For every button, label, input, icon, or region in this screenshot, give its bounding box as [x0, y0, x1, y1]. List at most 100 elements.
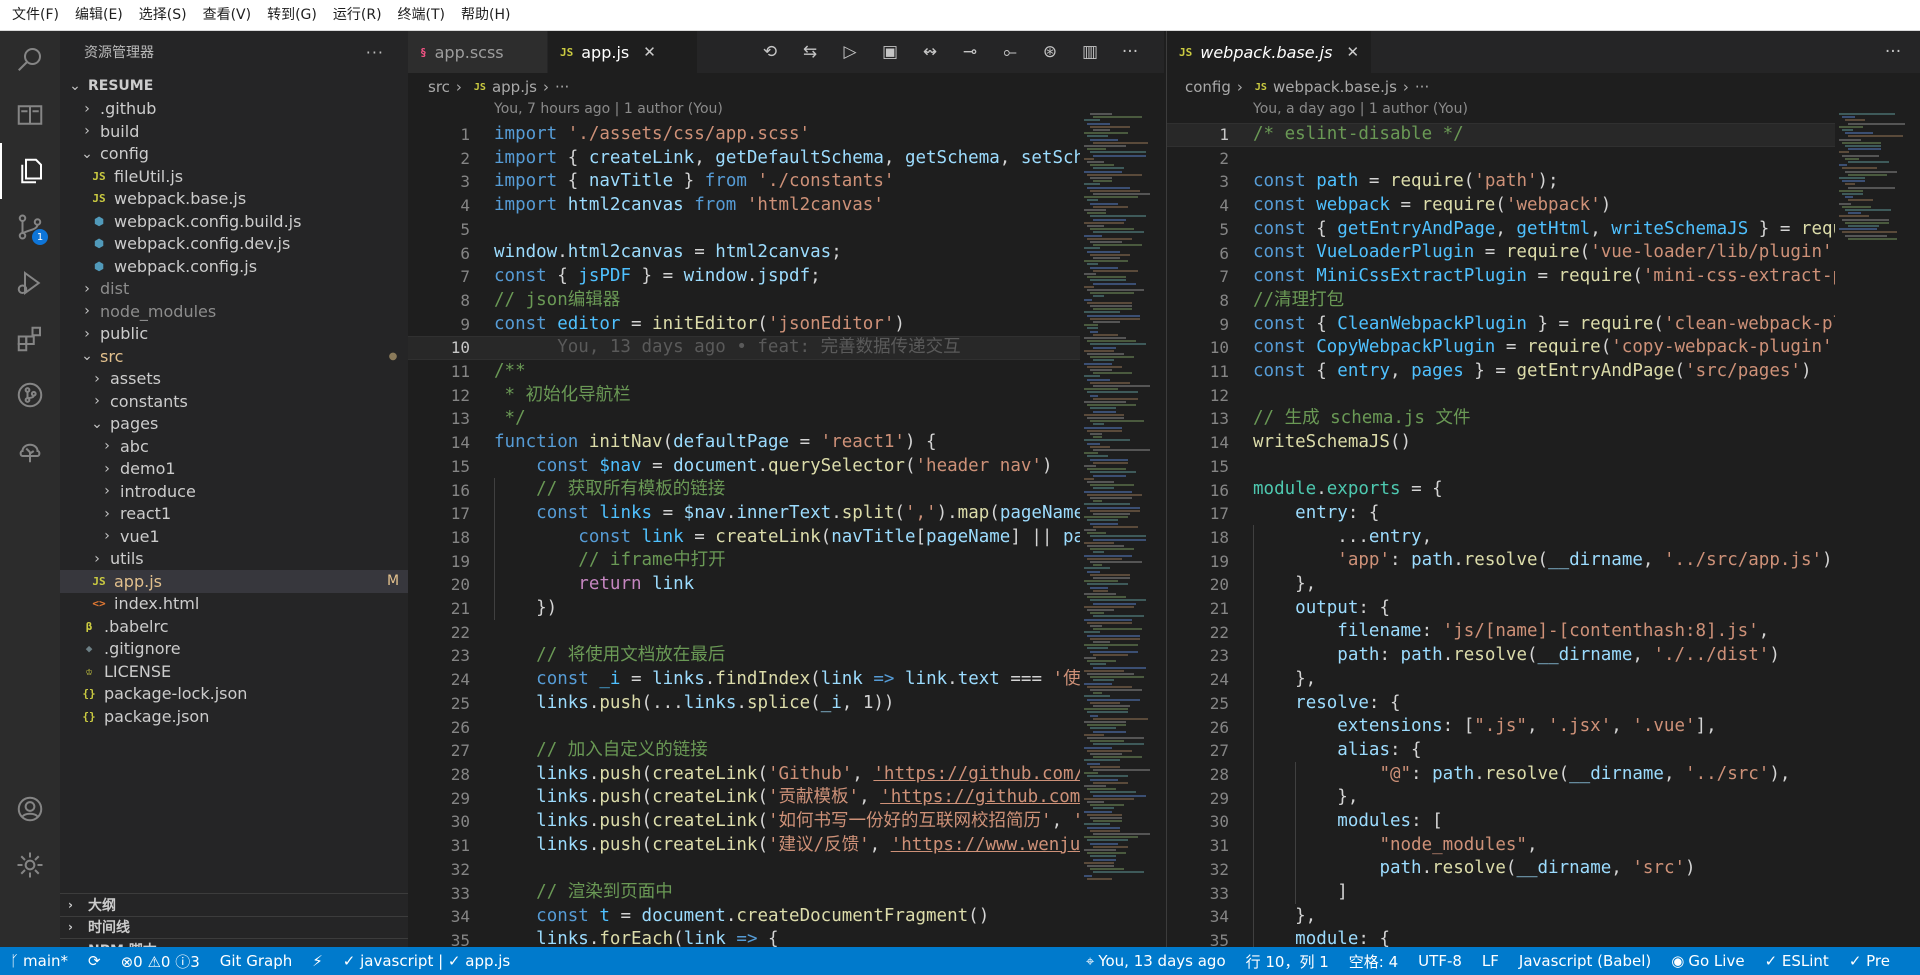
- tree-item-abc[interactable]: › abc: [60, 435, 408, 458]
- breadcrumb-folder[interactable]: src: [428, 78, 450, 96]
- status-lang-check[interactable]: ✓ javascript | ✓ app.js: [333, 947, 520, 975]
- tree-item-config[interactable]: ⌄ config: [60, 143, 408, 166]
- tree-item-webpack-config-build-js[interactable]: ⬢ webpack.config.build.js: [60, 210, 408, 233]
- branch-compare-icon[interactable]: ⊛: [1030, 31, 1070, 73]
- tree-item-build[interactable]: › build: [60, 120, 408, 143]
- blame-header[interactable]: You, a day ago | 1 author (You): [1253, 101, 1468, 123]
- menu-item[interactable]: 帮助(H): [453, 0, 518, 31]
- activity-tree[interactable]: [0, 423, 60, 479]
- activity-explorer[interactable]: [0, 143, 60, 199]
- close-icon[interactable]: ✕: [643, 43, 656, 61]
- activity-git-graph[interactable]: [0, 367, 60, 423]
- status-language[interactable]: Javascript (Babel): [1509, 947, 1661, 975]
- status-lint-icon[interactable]: ⚡: [302, 947, 333, 975]
- status-eslint[interactable]: ✓ ESLint: [1755, 947, 1839, 975]
- tab-webpack-base-js[interactable]: JS webpack.base.js ✕: [1167, 31, 1373, 73]
- split-editor-icon[interactable]: ▥: [1070, 31, 1110, 73]
- tree-item--gitignore[interactable]: ◆ .gitignore: [60, 638, 408, 661]
- tree-item-app-js[interactable]: JS app.js M: [60, 570, 408, 593]
- minimap-line: [1093, 730, 1126, 733]
- activity-accounts[interactable]: [0, 781, 60, 837]
- next-change-icon[interactable]: ⟜: [990, 31, 1030, 73]
- tree-item-index-html[interactable]: <> index.html: [60, 593, 408, 616]
- minimap[interactable]: [1835, 101, 1920, 947]
- tree-item-node-modules[interactable]: › node_modules: [60, 300, 408, 323]
- code-token: 'js/[name]-[contenthash:8].js': [1442, 621, 1759, 642]
- tab-app-js[interactable]: JS app.js ✕: [548, 31, 698, 73]
- tree-root[interactable]: ⌄ RESUME: [60, 75, 408, 98]
- tree-item--babelrc[interactable]: β .babelrc: [60, 615, 408, 638]
- menu-item[interactable]: 文件(F): [4, 0, 67, 31]
- activity-search[interactable]: [0, 31, 60, 87]
- status-position[interactable]: 行 10，列 1: [1236, 947, 1339, 975]
- tree-item-webpack-base-js[interactable]: JS webpack.base.js: [60, 188, 408, 211]
- tree-item-fileutil-js[interactable]: JS fileUtil.js: [60, 165, 408, 188]
- activity-readme[interactable]: [0, 87, 60, 143]
- code-token: {: [1316, 313, 1338, 334]
- menu-item[interactable]: 转到(G): [259, 0, 325, 31]
- code-token: extensions: [1337, 716, 1443, 737]
- status-sync[interactable]: ⟳: [78, 947, 111, 975]
- tree-item-react1[interactable]: › react1: [60, 503, 408, 526]
- tree-item-introduce[interactable]: › introduce: [60, 480, 408, 503]
- tree-item-assets[interactable]: › assets: [60, 368, 408, 391]
- status-problems[interactable]: ⊗0 ⚠0 ⓘ3: [111, 947, 210, 975]
- blame-header[interactable]: You, 7 hours ago | 1 author (You): [494, 101, 723, 123]
- tree-item-public[interactable]: › public: [60, 323, 408, 346]
- tree-item--github[interactable]: › .github: [60, 98, 408, 121]
- status-blame[interactable]: ⌖ You, 13 days ago: [1076, 947, 1236, 975]
- timeline-icon[interactable]: ⟲: [750, 31, 790, 73]
- tree-item-webpack-config-js[interactable]: ⬢ webpack.config.js: [60, 255, 408, 278]
- tree-item-constants[interactable]: › constants: [60, 390, 408, 413]
- minimap-line: [1084, 836, 1138, 839]
- minimap[interactable]: [1080, 101, 1164, 947]
- save-icon[interactable]: ▣: [870, 31, 910, 73]
- tree-item-webpack-config-dev-js[interactable]: ⬢ webpack.config.dev.js: [60, 233, 408, 256]
- tree-item-demo1[interactable]: › demo1: [60, 458, 408, 481]
- menu-item[interactable]: 查看(V): [195, 0, 260, 31]
- more-actions-icon[interactable]: ···: [1110, 31, 1150, 73]
- menu-item[interactable]: 编辑(E): [67, 0, 131, 31]
- menu-item[interactable]: 运行(R): [325, 0, 390, 31]
- more-actions-icon[interactable]: ···: [1873, 31, 1913, 73]
- menu-item[interactable]: 选择(S): [131, 0, 195, 31]
- tree-item-utils[interactable]: › utils: [60, 548, 408, 571]
- breadcrumb-more[interactable]: ···: [1415, 78, 1429, 96]
- status-spaces[interactable]: 空格: 4: [1339, 947, 1408, 975]
- code-content[interactable]: /* eslint-disable */ const path = require…: [1253, 123, 1835, 947]
- tree-item-vue1[interactable]: › vue1: [60, 525, 408, 548]
- line-number: 4: [1219, 196, 1229, 216]
- breadcrumb-file[interactable]: app.js: [492, 78, 537, 96]
- run-icon[interactable]: ▷: [830, 31, 870, 73]
- go-back-icon[interactable]: ↭: [910, 31, 950, 73]
- status-golive[interactable]: ◉ Go Live: [1661, 947, 1754, 975]
- tree-item-dist[interactable]: › dist: [60, 278, 408, 301]
- status-branch[interactable]: ᚴ main*: [0, 947, 78, 975]
- status-git-graph[interactable]: Git Graph: [210, 947, 302, 975]
- json-file-icon: {}: [82, 709, 96, 723]
- tree-item-pages[interactable]: ⌄ pages: [60, 413, 408, 436]
- activity-scm[interactable]: 1: [0, 199, 60, 255]
- activity-manage[interactable]: [0, 837, 60, 893]
- breadcrumb-more[interactable]: ···: [555, 78, 569, 96]
- activity-extensions[interactable]: [0, 311, 60, 367]
- explorer-more-button[interactable]: ···: [366, 43, 384, 62]
- compare-icon[interactable]: ⇆: [790, 31, 830, 73]
- close-icon[interactable]: ✕: [1346, 43, 1359, 61]
- tree-item-package-lock-json[interactable]: {} package-lock.json: [60, 683, 408, 706]
- tree-item-src[interactable]: ⌄ src ●: [60, 345, 408, 368]
- activity-debug[interactable]: [0, 255, 60, 311]
- prev-change-icon[interactable]: ⊸: [950, 31, 990, 73]
- status-prettier[interactable]: ✓ Pre: [1839, 947, 1920, 975]
- breadcrumb-file[interactable]: webpack.base.js: [1273, 78, 1397, 96]
- code-content[interactable]: import './assets/css/app.scss' import { c…: [494, 123, 1080, 947]
- status-eol[interactable]: LF: [1472, 947, 1509, 975]
- tree-item-license[interactable]: ♔ LICENSE: [60, 660, 408, 683]
- status-encoding[interactable]: UTF-8: [1408, 947, 1472, 975]
- breadcrumb-folder[interactable]: config: [1185, 78, 1231, 96]
- menu-item[interactable]: 终端(T): [390, 0, 453, 31]
- sidebar-section-0[interactable]: › 大纲: [60, 893, 408, 916]
- tab-app-scss[interactable]: § app.scss: [408, 31, 548, 73]
- sidebar-section-1[interactable]: › 时间线: [60, 915, 408, 939]
- tree-item-package-json[interactable]: {} package.json: [60, 705, 408, 728]
